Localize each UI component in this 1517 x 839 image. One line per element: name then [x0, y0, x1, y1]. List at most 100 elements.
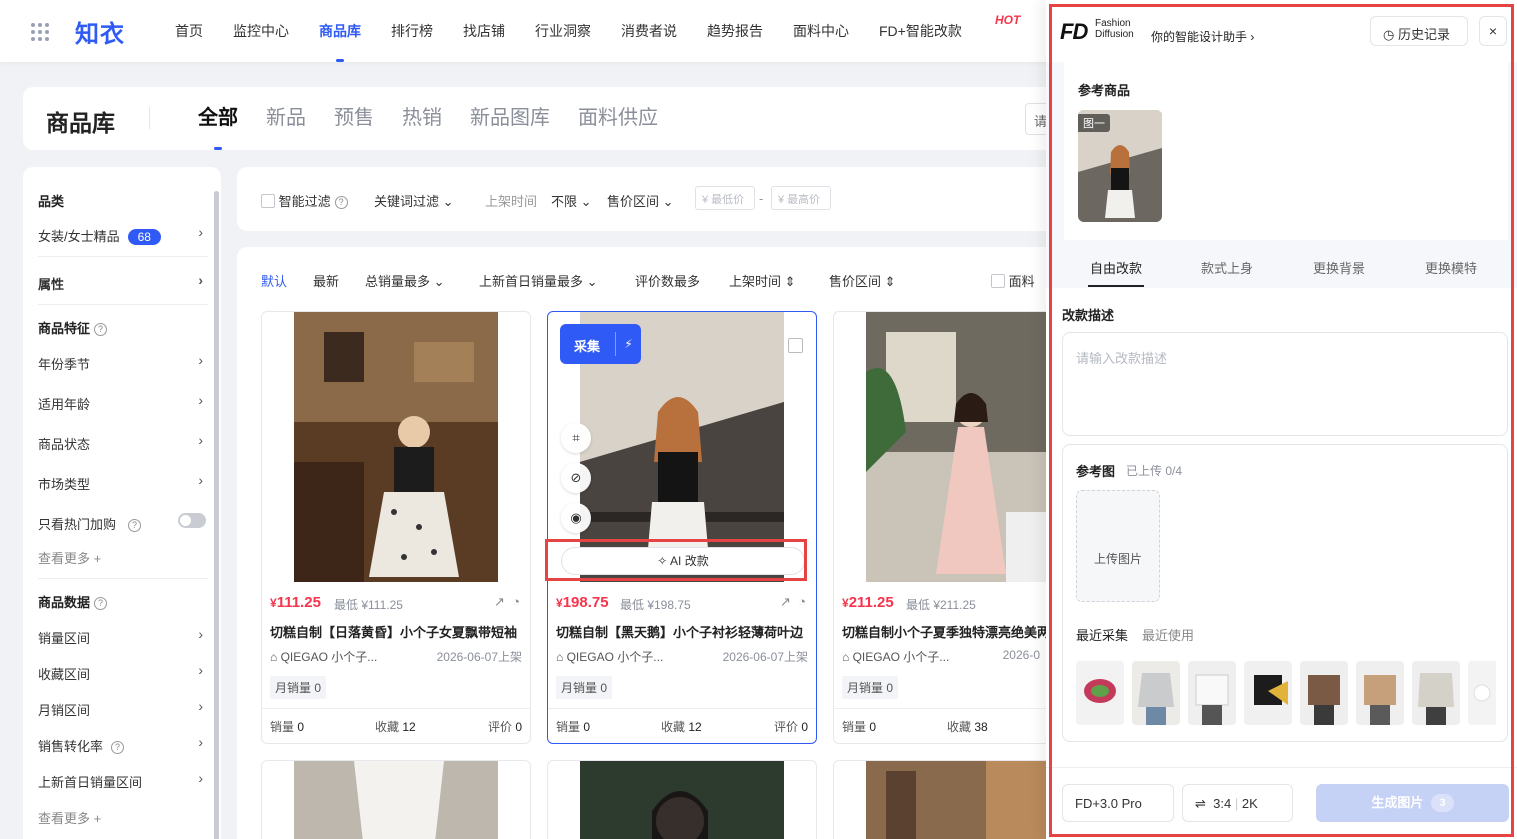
- nav-home[interactable]: 首页: [160, 0, 218, 62]
- description-input[interactable]: 请输入改款描述: [1062, 332, 1508, 436]
- help-icon[interactable]: ?: [334, 196, 348, 209]
- trend-chart-icon[interactable]: ↗: [780, 594, 791, 609]
- listing-time-dropdown[interactable]: 不限 ⌄: [551, 191, 592, 210]
- tab-presale[interactable]: 预售: [334, 87, 374, 150]
- recent-thumbnail[interactable]: [1356, 661, 1404, 725]
- filter-status[interactable]: 商品状态 ›: [38, 432, 203, 453]
- sort-default[interactable]: 默认: [261, 271, 287, 290]
- location-icon[interactable]: ◉: [561, 503, 591, 533]
- apps-grid-icon[interactable]: [31, 23, 49, 41]
- recent-thumbnail[interactable]: [1188, 661, 1236, 725]
- sort-reviews[interactable]: 评价数最多: [635, 271, 700, 290]
- tab-new[interactable]: 新品: [266, 87, 306, 150]
- shop-name[interactable]: ⌂ QIEGAO 小个子...: [270, 648, 377, 665]
- tab-recent-used[interactable]: 最近使用: [1142, 628, 1194, 643]
- tab-style-wear[interactable]: 款式上身: [1201, 258, 1253, 277]
- product-card[interactable]: [547, 760, 817, 839]
- smart-filter[interactable]: 智能过滤?: [261, 191, 348, 210]
- keyword-filter-dropdown[interactable]: 关键词过滤 ⌄: [374, 191, 454, 210]
- ai-edit-button[interactable]: ✧ AI 改款: [561, 547, 805, 575]
- tab-fabric-supply[interactable]: 面料供应: [578, 87, 658, 150]
- product-title[interactable]: 切糕自制【日落黄昏】小个子女夏飘带短袖: [270, 622, 522, 641]
- recent-thumbnail[interactable]: [1132, 661, 1180, 725]
- sort-first-day-sales[interactable]: 上新首日销量最多 ⌄: [479, 271, 598, 290]
- filter-age[interactable]: 适用年龄 ›: [38, 392, 203, 413]
- fabric-filter[interactable]: 面料: [991, 271, 1035, 290]
- fabric-checkbox[interactable]: [991, 274, 1005, 288]
- sidebar-scrollbar[interactable]: [214, 191, 219, 839]
- sort-listing-time[interactable]: 上架时间 ⇕: [729, 271, 796, 290]
- product-image[interactable]: [294, 312, 498, 582]
- nav-monitor[interactable]: 监控中心: [218, 0, 304, 62]
- max-price-input[interactable]: ¥ 最高价: [771, 186, 831, 210]
- see-more-features[interactable]: 查看更多 +: [38, 548, 203, 567]
- help-icon[interactable]: ?: [128, 519, 142, 532]
- sort-price[interactable]: 售价区间 ⇕: [829, 271, 896, 290]
- generate-image-button[interactable]: 生成图片 3: [1316, 784, 1509, 822]
- category-selector[interactable]: 女装/女士精品 68 ›: [38, 224, 203, 245]
- min-price-input[interactable]: ¥ 最低价: [695, 186, 755, 210]
- filter-first-day-sales[interactable]: 上新首日销量区间 ›: [38, 770, 203, 791]
- history-button[interactable]: ◷ 历史记录: [1370, 16, 1468, 46]
- recent-thumbnail[interactable]: [1076, 661, 1124, 725]
- scan-icon[interactable]: ⌗: [561, 423, 591, 453]
- recent-thumbnail[interactable]: [1468, 661, 1496, 725]
- shop-name[interactable]: ⌂ QIEGAO 小个子...: [842, 648, 949, 665]
- compass-icon[interactable]: ⊘: [561, 463, 591, 493]
- nav-trend-report[interactable]: 趋势报告: [692, 0, 778, 62]
- trend-chart-icon[interactable]: ↗: [494, 594, 505, 609]
- lightning-icon[interactable]: ⚡: [615, 332, 641, 356]
- select-checkbox[interactable]: [788, 338, 803, 353]
- attribute-selector[interactable]: 属性 ›: [38, 272, 203, 293]
- help-icon[interactable]: ?: [94, 323, 108, 336]
- tab-all[interactable]: 全部: [198, 87, 238, 150]
- assistant-slogan[interactable]: 你的智能设计助手 ›: [1151, 28, 1254, 45]
- recent-thumbnail[interactable]: [1412, 661, 1460, 725]
- filter-conversion-rate[interactable]: 销售转化率? ›: [38, 734, 203, 755]
- product-image[interactable]: [866, 312, 1070, 582]
- tab-change-background[interactable]: 更换背景: [1313, 258, 1365, 277]
- recent-thumbnail[interactable]: [1300, 661, 1348, 725]
- nav-fd-smart-edit[interactable]: FD+智能改款: [864, 0, 977, 62]
- nav-find-shops[interactable]: 找店铺: [448, 0, 520, 62]
- ratio-resolution-selector[interactable]: ⇌ 3:4 | 2K: [1182, 784, 1293, 822]
- reference-thumbnail[interactable]: 图一: [1078, 110, 1162, 222]
- nav-product-library[interactable]: 商品库: [304, 0, 376, 62]
- tab-recent-collected[interactable]: 最近采集: [1076, 628, 1128, 643]
- smart-filter-checkbox[interactable]: [261, 194, 275, 208]
- shop-name[interactable]: ⌂ QIEGAO 小个子...: [556, 648, 663, 665]
- product-card[interactable]: [261, 760, 531, 839]
- product-image[interactable]: [580, 761, 784, 839]
- app-logo[interactable]: 知衣: [75, 14, 125, 49]
- upload-image-button[interactable]: 上传图片: [1076, 490, 1160, 602]
- product-card[interactable]: ¥111.25 最低 ¥111.25 ↗ ◔ 切糕自制【日落黄昏】小个子女夏飘带…: [261, 311, 531, 744]
- filter-fav-range[interactable]: 收藏区间 ›: [38, 662, 203, 683]
- nav-fabric-center[interactable]: 面料中心: [778, 0, 864, 62]
- product-image[interactable]: [866, 761, 1070, 839]
- nav-industry-insight[interactable]: 行业洞察: [520, 0, 606, 62]
- close-icon[interactable]: ×: [1479, 16, 1507, 46]
- collect-button[interactable]: 采集 ⚡: [560, 324, 641, 364]
- see-more-data[interactable]: 查看更多 +: [38, 808, 203, 827]
- sort-newest[interactable]: 最新: [313, 271, 339, 290]
- model-selector[interactable]: FD+3.0 Pro: [1062, 784, 1174, 822]
- price-range-dropdown[interactable]: 售价区间 ⌄: [607, 191, 674, 210]
- filter-market-type[interactable]: 市场类型 ›: [38, 472, 203, 493]
- tab-free-edit[interactable]: 自由改款: [1087, 258, 1145, 287]
- robot-icon[interactable]: ◔: [798, 594, 806, 609]
- product-title[interactable]: 切糕自制【黑天鹅】小个子衬衫轻薄荷叶边: [556, 622, 808, 641]
- filter-monthly-range[interactable]: 月销区间 ›: [38, 698, 203, 719]
- filter-season[interactable]: 年份季节 ›: [38, 352, 203, 373]
- sort-total-sales[interactable]: 总销量最多 ⌄: [365, 271, 445, 290]
- tab-change-model[interactable]: 更换模特: [1425, 258, 1477, 277]
- tab-new-gallery[interactable]: 新品图库: [470, 87, 550, 150]
- tab-hot-selling[interactable]: 热销: [402, 87, 442, 150]
- product-card[interactable]: 采集 ⚡ ⌗ ⊘ ◉ ✧ AI 改款 ¥198.75 最低 ¥198.75 ↗ ◔…: [547, 311, 817, 744]
- recent-thumbnail[interactable]: [1244, 661, 1292, 725]
- hot-only-toggle[interactable]: [178, 513, 206, 528]
- help-icon[interactable]: ?: [94, 597, 108, 610]
- robot-icon[interactable]: ◔: [512, 594, 520, 609]
- nav-consumer-voice[interactable]: 消费者说: [606, 0, 692, 62]
- nav-rankings[interactable]: 排行榜: [376, 0, 448, 62]
- help-icon[interactable]: ?: [111, 741, 125, 754]
